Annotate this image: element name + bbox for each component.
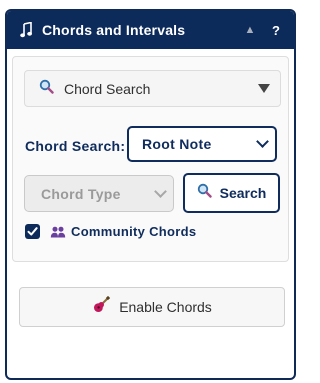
music-note-icon: [19, 21, 33, 39]
enable-chords-button[interactable]: Enable Chords: [19, 287, 285, 327]
caret-down-icon: [258, 84, 270, 93]
chord-type-select[interactable]: Chord Type: [24, 175, 174, 212]
community-chords-checkbox[interactable]: [25, 224, 40, 239]
chevron-down-icon: [256, 135, 269, 148]
chord-search-toggle[interactable]: Chord Search: [24, 70, 281, 107]
search-button[interactable]: Search: [183, 173, 280, 213]
people-icon: [50, 226, 66, 238]
search-button-label: Search: [219, 185, 267, 201]
chord-search-label: Chord Search:: [25, 138, 126, 154]
chord-search-section: Chord Search Chord Search: Root Note Cho…: [12, 56, 289, 262]
search-icon: [197, 183, 212, 203]
panel-header: Chords and Intervals ▲ ?: [7, 11, 294, 49]
help-button[interactable]: ?: [268, 23, 284, 38]
community-chords-label[interactable]: Community Chords: [71, 224, 196, 239]
chevron-down-icon: [154, 184, 167, 198]
collapse-button[interactable]: ▲: [242, 24, 258, 36]
panel-title: Chords and Intervals: [42, 22, 186, 38]
root-note-select-value: Root Note: [142, 136, 212, 152]
chord-type-select-value: Chord Type: [41, 185, 121, 202]
enable-chords-label: Enable Chords: [119, 299, 212, 315]
community-chords-option: Community Chords: [25, 224, 196, 239]
guitar-icon: [92, 295, 111, 319]
chord-search-toggle-label: Chord Search: [64, 80, 151, 97]
search-icon: [39, 79, 54, 99]
root-note-select[interactable]: Root Note: [127, 126, 277, 162]
chords-intervals-panel: Chords and Intervals ▲ ? Chord Search Ch…: [5, 9, 296, 380]
